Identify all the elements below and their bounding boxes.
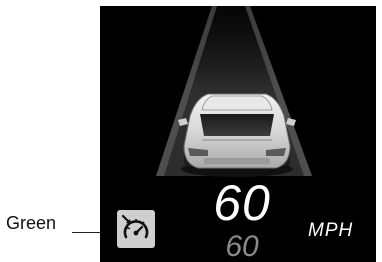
adaptive-cruise-control-icon <box>121 214 149 239</box>
speed-unit-label: MPH <box>308 220 354 241</box>
current-speed-readout: 60 <box>213 175 271 231</box>
instrument-cluster-display: 60 60 MPH <box>100 6 376 262</box>
callout-label: Green <box>6 213 57 233</box>
set-speed-readout: 60 <box>225 230 259 262</box>
cluster-figure: Green 60 60 MPH <box>0 0 382 262</box>
cruise-indicator <box>117 210 155 248</box>
lead-vehicle-icon <box>178 93 296 177</box>
